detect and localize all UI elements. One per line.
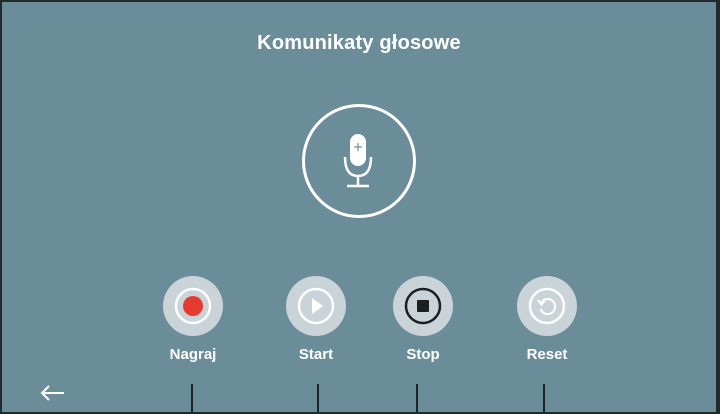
voice-messages-screen: Komunikaty głosowe Nagraj Start Stop Res… [2,2,716,412]
start-label: Start [298,346,334,363]
reset-icon [528,287,566,325]
tick-mark [543,384,545,412]
back-arrow-icon [40,385,64,401]
reset-button[interactable] [517,276,577,336]
page-title: Komunikaty głosowe [257,32,461,54]
record-label: Nagraj [169,346,217,363]
tick-mark [191,384,193,412]
record-button[interactable] [163,276,223,336]
record-icon [174,287,212,325]
reset-label: Reset [526,346,568,363]
tick-mark [317,384,319,412]
play-icon [297,287,335,325]
start-button[interactable] [286,276,346,336]
microphone-icon [302,104,416,218]
back-button[interactable] [38,380,68,406]
stop-button[interactable] [393,276,453,336]
stop-label: Stop [406,346,440,363]
stop-icon [404,287,442,325]
tick-mark [416,384,418,412]
